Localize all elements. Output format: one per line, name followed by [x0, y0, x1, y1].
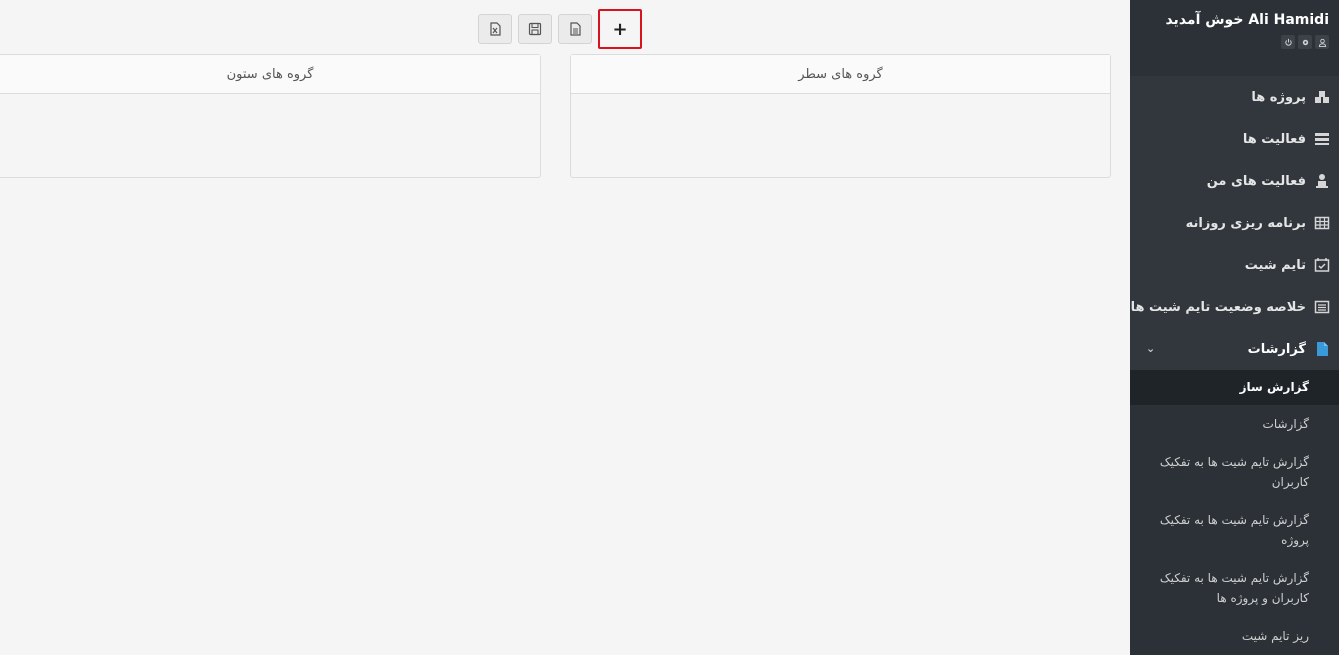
add-button[interactable]: +	[598, 9, 642, 49]
chevron-down-icon: ⌄	[1146, 342, 1156, 355]
row-groups-panel[interactable]: گروه های سطر	[570, 54, 1111, 178]
excel-file-icon	[490, 22, 501, 36]
sidebar-item-label: خلاصه وضعیت تایم شیت ها	[1130, 299, 1306, 315]
header-icons	[1140, 35, 1329, 49]
plus-icon: +	[612, 18, 628, 40]
document-button[interactable]	[558, 14, 592, 44]
submenu-item-timesheet-by-users-projects[interactable]: گزارش تایم شیت ها به تفکیک کاربران و پرو…	[1130, 559, 1339, 617]
excel-export-button[interactable]	[478, 14, 512, 44]
column-groups-panel[interactable]: گروه های ستون	[0, 54, 541, 178]
sidebar-item-label: فعالیت های من	[1206, 173, 1306, 189]
sidebar-item-label: تایم شیت	[1244, 257, 1306, 273]
submenu-item-report-builder[interactable]: گزارش ساز	[1130, 370, 1339, 405]
sidebar-item-label: گزارشات	[1247, 341, 1306, 357]
sidebar-item-daily-planning[interactable]: برنامه ریزی روزانه	[1130, 202, 1339, 244]
sidebar-item-label: برنامه ریزی روزانه	[1185, 215, 1306, 231]
toolbar: +	[478, 9, 642, 49]
submenu-item-timesheet-by-project[interactable]: گزارش تایم شیت ها به تفکیک پروژه	[1130, 501, 1339, 559]
submenu-item-timesheet-by-users[interactable]: گزارش تایم شیت ها به تفکیک کاربران	[1130, 443, 1339, 501]
submenu-item-reports[interactable]: گزارشات	[1130, 405, 1339, 443]
sidebar-item-activities[interactable]: فعالیت ها	[1130, 118, 1339, 160]
sidebar-item-reports[interactable]: گزارشات ⌄	[1130, 328, 1339, 370]
floppy-disk-icon	[528, 22, 542, 36]
gear-icon[interactable]	[1298, 35, 1312, 49]
document-icon	[570, 22, 581, 36]
cubes-icon	[1313, 88, 1331, 106]
file-icon	[1313, 340, 1331, 358]
sidebar-item-label: پروژه ها	[1251, 89, 1306, 105]
tasks-icon	[1313, 130, 1331, 148]
welcome-text: Ali Hamidi خوش آمدید	[1165, 12, 1329, 28]
column-groups-title: گروه های ستون	[0, 55, 540, 94]
sidebar-item-my-activities[interactable]: فعالیت های من	[1130, 160, 1339, 202]
list-icon	[1313, 298, 1331, 316]
sidebar-item-timesheet-summary[interactable]: خلاصه وضعیت تایم شیت ها	[1130, 286, 1339, 328]
main-content: + گروه های سطر گروه های ستون	[0, 0, 1130, 631]
submenu-item-timesheet-details[interactable]: ریز تایم شیت	[1130, 617, 1339, 655]
sidebar-item-projects[interactable]: پروژه ها	[1130, 76, 1339, 118]
user-tasks-icon	[1313, 172, 1331, 190]
sidebar-header: Ali Hamidi خوش آمدید	[1130, 0, 1339, 76]
sidebar-menu: پروژه ها فعالیت ها فعالیت های من برنامه …	[1130, 76, 1339, 655]
row-groups-title: گروه های سطر	[571, 55, 1110, 94]
table-icon	[1313, 214, 1331, 232]
sidebar: Ali Hamidi خوش آمدید پروژه ها فعالیت ها	[1130, 0, 1339, 655]
user-icon[interactable]	[1315, 35, 1329, 49]
save-button[interactable]	[518, 14, 552, 44]
reports-submenu: گزارش ساز گزارشات گزارش تایم شیت ها به ت…	[1130, 370, 1339, 655]
calendar-check-icon	[1313, 256, 1331, 274]
sidebar-item-timesheet[interactable]: تایم شیت	[1130, 244, 1339, 286]
power-icon[interactable]	[1281, 35, 1295, 49]
sidebar-item-label: فعالیت ها	[1242, 131, 1306, 147]
